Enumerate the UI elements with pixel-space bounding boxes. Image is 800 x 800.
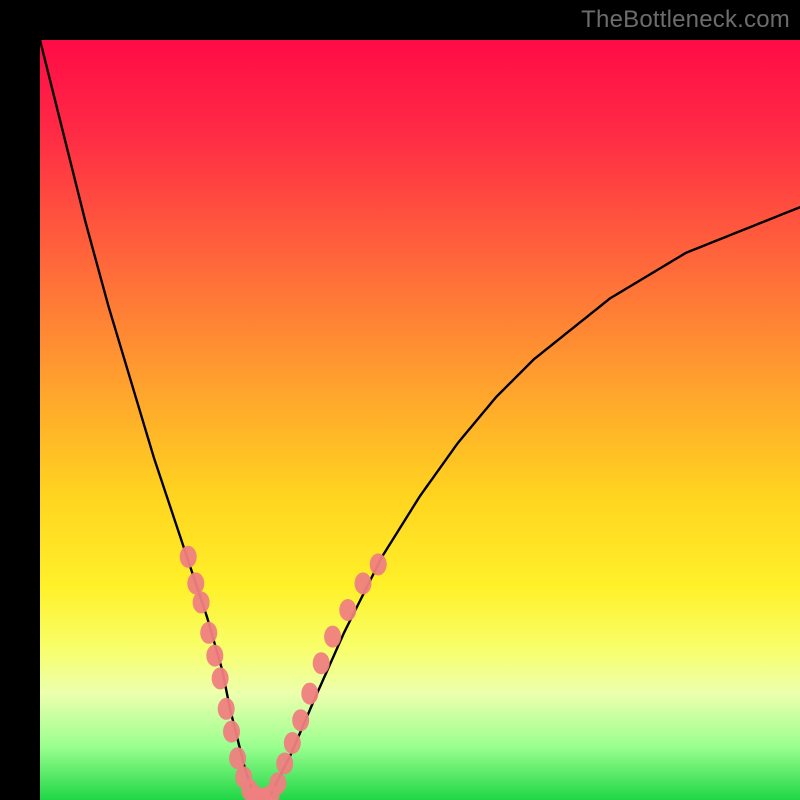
highlight-dot <box>355 572 372 594</box>
highlight-dot <box>218 698 235 720</box>
highlight-dot <box>229 747 246 769</box>
curve-svg <box>40 40 800 800</box>
highlight-dot <box>212 667 229 689</box>
highlight-dot <box>187 572 204 594</box>
highlight-dot <box>206 645 223 667</box>
highlight-dot <box>339 599 356 621</box>
highlight-dot <box>193 591 210 613</box>
highlight-dot <box>200 622 217 644</box>
highlight-dot <box>324 626 341 648</box>
dots-group <box>180 546 387 800</box>
highlight-dot <box>292 709 309 731</box>
highlight-dot <box>269 772 286 794</box>
highlight-dot <box>284 732 301 754</box>
curve-group <box>40 40 800 800</box>
chart-frame: TheBottleneck.com <box>0 0 800 800</box>
highlight-dot <box>276 753 293 775</box>
watermark-text: TheBottleneck.com <box>581 6 790 34</box>
highlight-dot <box>301 683 318 705</box>
highlight-dot <box>223 721 240 743</box>
highlight-dot <box>370 553 387 575</box>
highlight-dot <box>313 652 330 674</box>
highlight-dot <box>180 546 197 568</box>
bottleneck-curve <box>40 40 800 800</box>
plot-area <box>40 40 800 800</box>
